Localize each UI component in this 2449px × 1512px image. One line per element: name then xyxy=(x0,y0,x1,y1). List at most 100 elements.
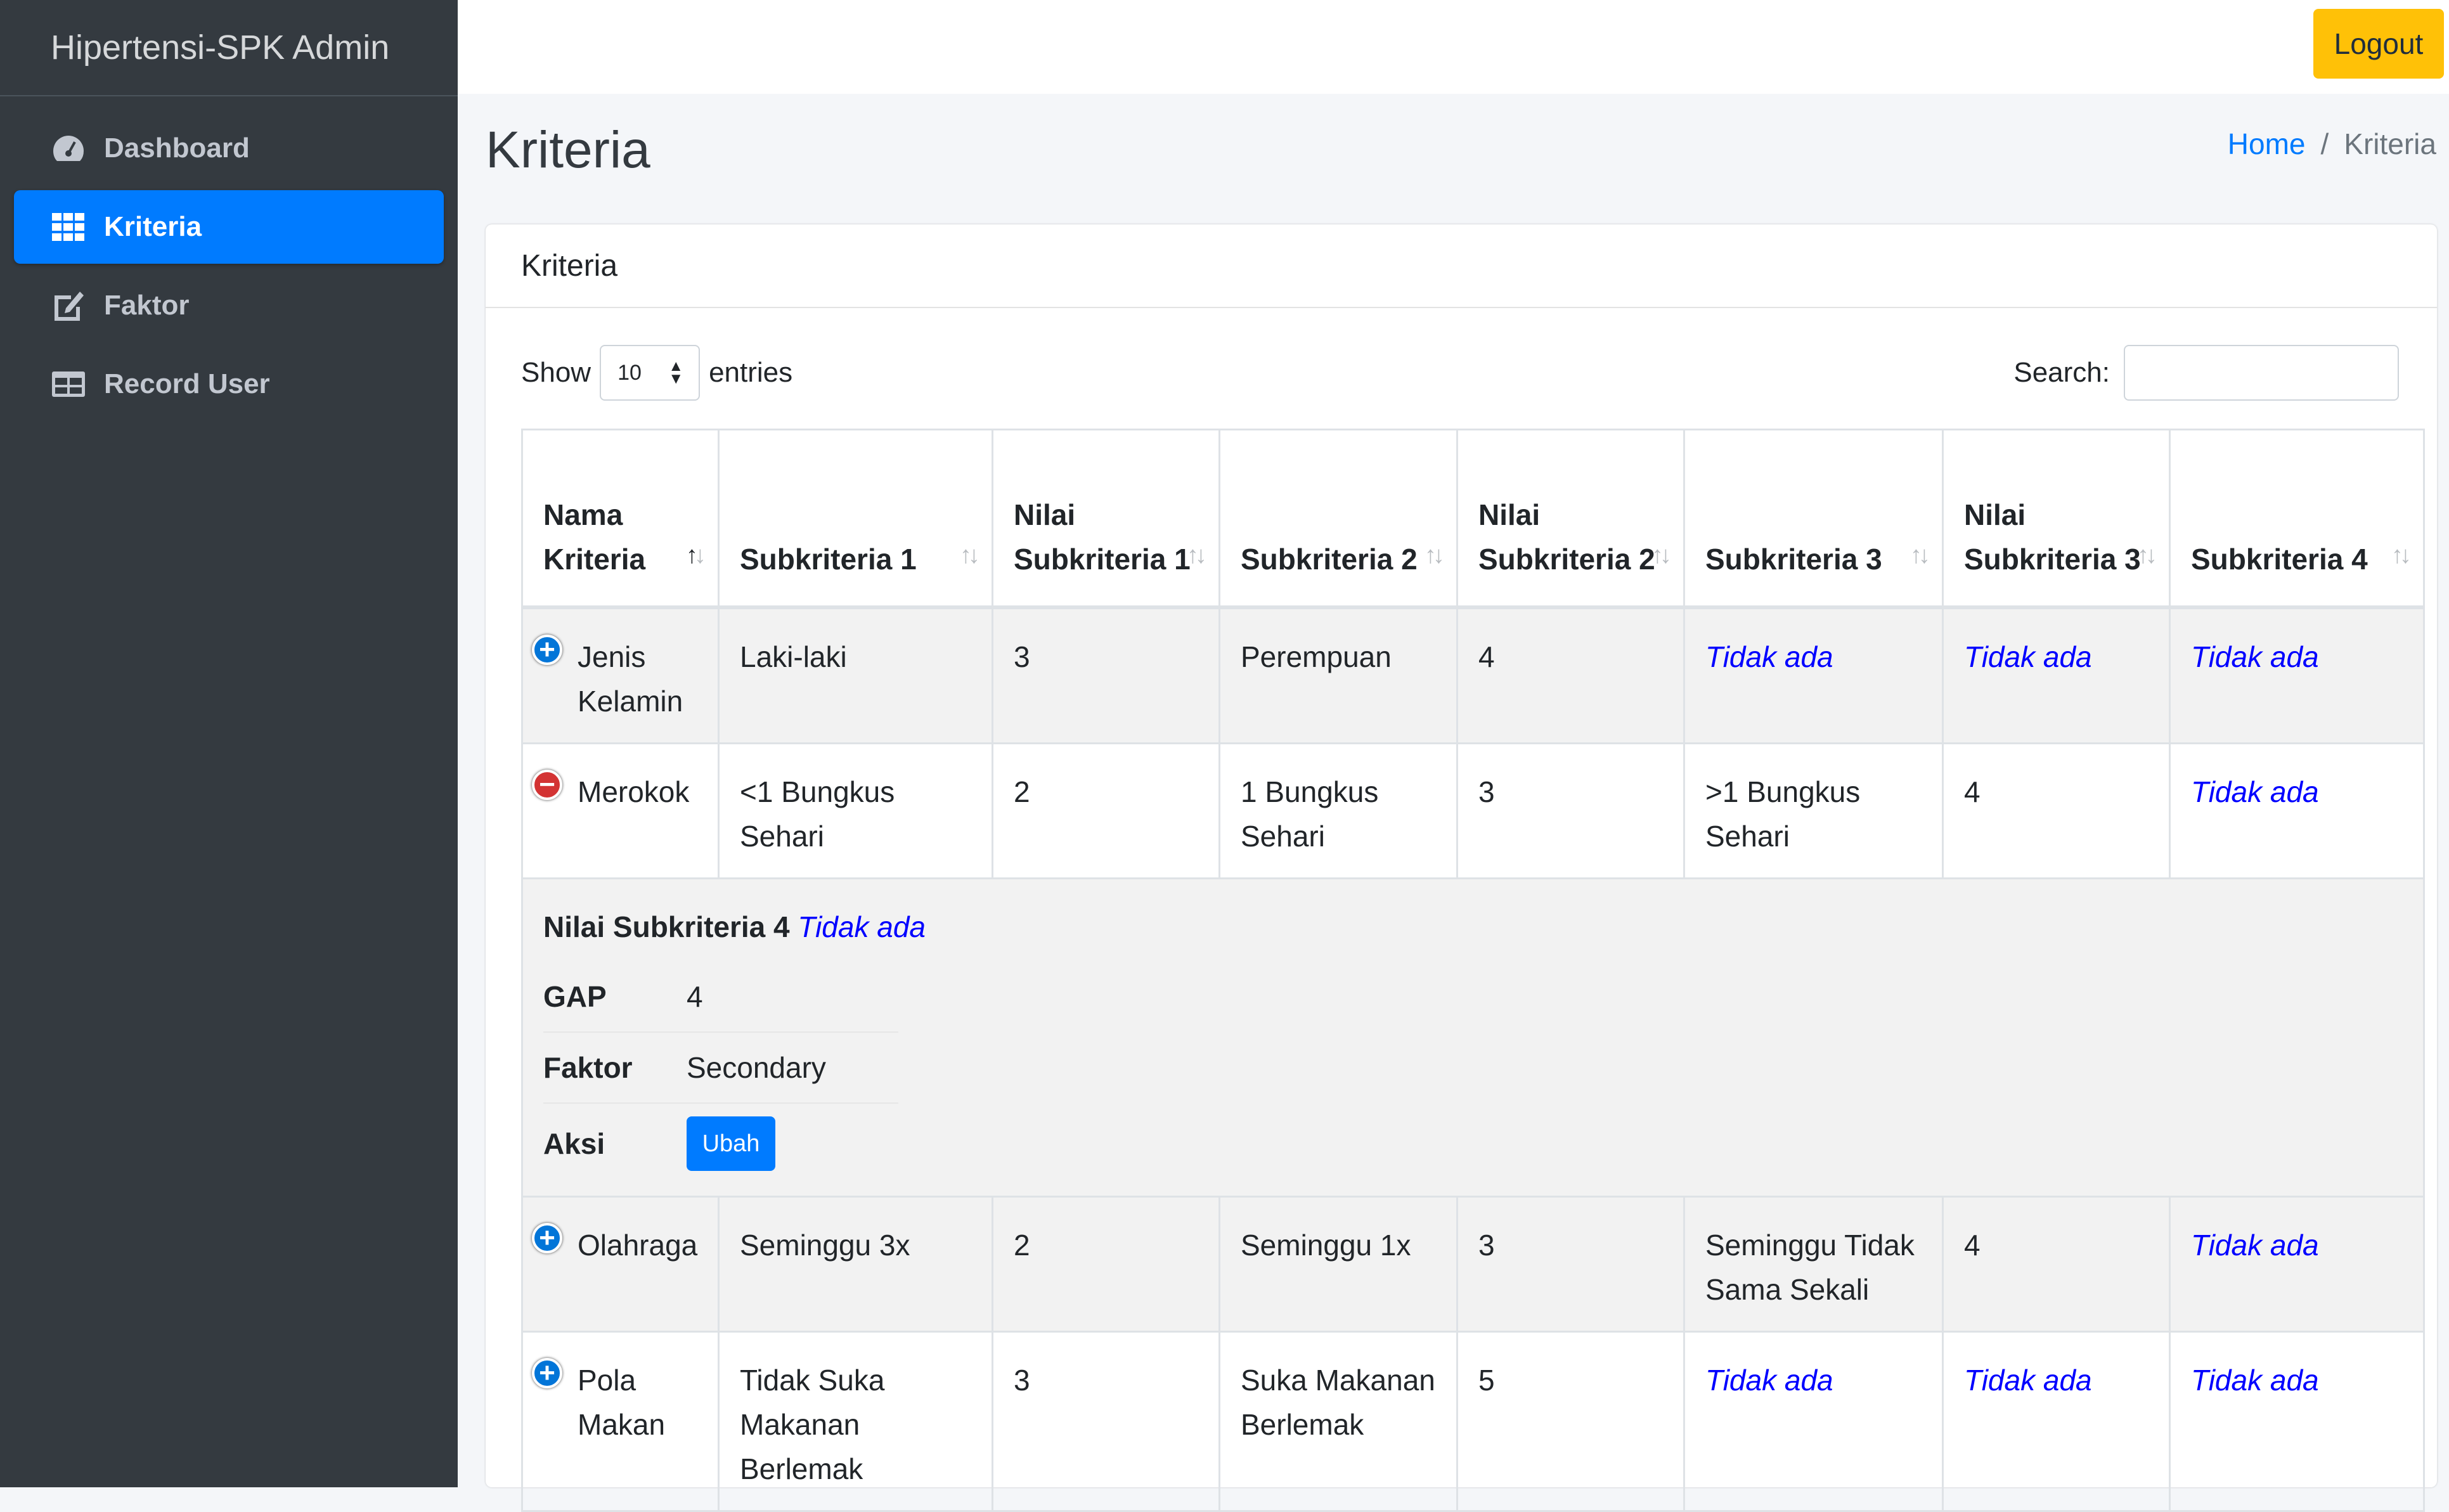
column-header-nilai-subkriteria-2[interactable]: Nilai Subkriteria 2 ↑↓ xyxy=(1456,429,1685,609)
table-cell: 5 xyxy=(1456,1330,1685,1512)
table-cell-text: Olahraga xyxy=(578,1228,698,1262)
table-cell: 3 xyxy=(992,1330,1220,1512)
table-cell: 3 xyxy=(992,606,1220,744)
table-cell-empty: Tidak ada xyxy=(1942,1330,2171,1512)
search-label: Search: xyxy=(2013,357,2110,388)
breadcrumb: Home / Kriteria xyxy=(2228,127,2436,161)
child-details-cell: Nilai Subkriteria 4 Tidak ada GAP 4 Fakt… xyxy=(521,877,2425,1198)
detail-label: Nilai Subkriteria 4 xyxy=(543,910,790,943)
column-header-nilai-subkriteria-1[interactable]: Nilai Subkriteria 1 ↑↓ xyxy=(992,429,1220,609)
table-cell: 4 xyxy=(1456,606,1685,744)
sidebar-item-label: Faktor xyxy=(104,290,190,321)
column-header-label: Subkriteria 4 xyxy=(2191,542,2368,576)
column-header-subkriteria-1[interactable]: Subkriteria 1 ↑↓ xyxy=(718,429,993,609)
sort-icon: ↑↓ xyxy=(1187,541,1207,569)
kriteria-table-wrapper: Nama Kriteria ↑↓ Subkriteria 1 ↑↓ Nilai Su… xyxy=(521,429,2425,1512)
entries-length-control: Show 10 ▲ ▼ entries xyxy=(521,345,792,401)
grid-icon xyxy=(49,208,87,246)
sidebar-item-label: Kriteria xyxy=(104,211,202,242)
detail-gap: GAP 4 xyxy=(543,962,898,1033)
table-cell-nama-kriteria: + Olahraga xyxy=(521,1195,720,1333)
column-header-label: Subkriteria 3 xyxy=(1705,542,1882,576)
sidebar: Hipertensi-SPK Admin Dashboard Kriteria … xyxy=(0,0,458,1487)
table-cell-text: Jenis Kelamin xyxy=(578,640,683,718)
column-header-subkriteria-2[interactable]: Subkriteria 2 ↑↓ xyxy=(1218,429,1458,609)
column-header-label: Subkriteria 1 xyxy=(740,542,917,576)
search-input[interactable] xyxy=(2124,345,2399,401)
breadcrumb-home-link[interactable]: Home xyxy=(2228,127,2306,161)
sidebar-item-dashboard[interactable]: Dashboard xyxy=(14,112,444,185)
breadcrumb-current: Kriteria xyxy=(2344,127,2436,160)
table-cell: 3 xyxy=(1456,1195,1685,1333)
kriteria-table: Nama Kriteria ↑↓ Subkriteria 1 ↑↓ Nilai Su… xyxy=(521,429,2425,1512)
table-cell-empty: Tidak ada xyxy=(2169,742,2425,879)
table-cell: 1 Bungkus Sehari xyxy=(1218,742,1458,879)
column-header-nilai-subkriteria-3[interactable]: Nilai Subkriteria 3 ↑↓ xyxy=(1942,429,2171,609)
column-header-subkriteria-3[interactable]: Subkriteria 3 ↑↓ xyxy=(1683,429,1944,609)
table-row: + Jenis Kelamin Laki-laki 3 Perempuan 4 T… xyxy=(521,606,2425,744)
table-cell: <1 Bungkus Sehari xyxy=(718,742,993,879)
sidebar-item-record-user[interactable]: Record User xyxy=(14,347,444,421)
detail-label: Aksi xyxy=(543,1127,605,1160)
sidebar-item-kriteria[interactable]: Kriteria xyxy=(14,190,444,264)
table-cell: >1 Bungkus Sehari xyxy=(1683,742,1944,879)
table-cell: Tidak Suka Makanan Berlemak xyxy=(718,1330,993,1512)
sidebar-nav: Dashboard Kriteria Faktor Record User xyxy=(0,96,458,421)
table-icon xyxy=(49,365,87,403)
column-header-label: Nilai Subkriteria 2 xyxy=(1478,498,1655,576)
sort-icon: ↑↓ xyxy=(1910,541,1930,569)
column-header-nama-kriteria[interactable]: Nama Kriteria ↑↓ xyxy=(521,429,720,609)
expand-plus-icon[interactable]: + xyxy=(532,1357,562,1388)
sort-icon: ↑↓ xyxy=(1651,541,1672,569)
table-cell: 4 xyxy=(1942,1195,2171,1333)
table-cell-empty: Tidak ada xyxy=(1683,606,1944,744)
page-title: Kriteria xyxy=(486,121,650,179)
table-header-row: Nama Kriteria ↑↓ Subkriteria 1 ↑↓ Nilai Su… xyxy=(521,429,2425,609)
detail-value: Tidak ada xyxy=(798,910,926,943)
table-cell: 4 xyxy=(1942,742,2171,879)
table-row: − Merokok <1 Bungkus Sehari 2 1 Bungkus S… xyxy=(521,742,2425,879)
brand-link[interactable]: Hipertensi-SPK Admin xyxy=(0,0,458,96)
entries-label: entries xyxy=(709,357,793,388)
sidebar-item-label: Record User xyxy=(104,368,270,399)
sort-asc-icon: ↑↓ xyxy=(686,541,706,569)
logout-button[interactable]: Logout xyxy=(2313,9,2444,79)
sidebar-item-faktor[interactable]: Faktor xyxy=(14,269,444,342)
select-caret-icon: ▲ ▼ xyxy=(668,358,684,387)
entries-select[interactable]: 10 ▲ ▼ xyxy=(600,345,701,401)
topbar: Logout xyxy=(458,0,2449,94)
table-cell: Seminggu 1x xyxy=(1218,1195,1458,1333)
table-cell-empty: Tidak ada xyxy=(2169,1330,2425,1512)
column-header-subkriteria-4[interactable]: Subkriteria 4 ↑↓ xyxy=(2169,429,2425,609)
detail-label: GAP xyxy=(543,979,607,1013)
column-header-label: Nama Kriteria xyxy=(543,498,646,576)
table-cell-empty: Tidak ada xyxy=(1942,606,2171,744)
detail-faktor: Faktor Secondary xyxy=(543,1033,898,1104)
table-cell-text: Pola Makan xyxy=(578,1363,666,1441)
table-cell-text: Merokok xyxy=(578,775,690,808)
detail-value: 4 xyxy=(687,979,703,1013)
ubah-button[interactable]: Ubah xyxy=(687,1116,775,1171)
card-title: Kriteria xyxy=(486,224,2437,308)
child-details-list: Nilai Subkriteria 4 Tidak ada GAP 4 Fakt… xyxy=(543,892,2403,1184)
collapse-minus-icon[interactable]: − xyxy=(532,769,562,800)
column-header-label: Subkriteria 2 xyxy=(1241,542,1418,576)
detail-nilai-subkriteria-4: Nilai Subkriteria 4 Tidak ada xyxy=(543,892,2403,962)
column-header-label: Nilai Subkriteria 1 xyxy=(1014,498,1191,576)
table-cell-empty: Tidak ada xyxy=(2169,606,2425,744)
show-label: Show xyxy=(521,357,591,388)
table-cell: Seminggu 3x xyxy=(718,1195,993,1333)
table-cell-empty: Tidak ada xyxy=(2169,1195,2425,1333)
table-row: + Pola Makan Tidak Suka Makanan Berlemak … xyxy=(521,1330,2425,1512)
table-cell: Laki-laki xyxy=(718,606,993,744)
sort-icon: ↑↓ xyxy=(2137,541,2157,569)
entries-select-value: 10 xyxy=(617,360,642,385)
table-cell-empty: Tidak ada xyxy=(1683,1330,1944,1512)
table-row: + Olahraga Seminggu 3x 2 Seminggu 1x 3 Se… xyxy=(521,1195,2425,1333)
table-cell-nama-kriteria: + Jenis Kelamin xyxy=(521,606,720,744)
table-cell: Suka Makanan Berlemak xyxy=(1218,1330,1458,1512)
expand-plus-icon[interactable]: + xyxy=(532,1222,562,1253)
breadcrumb-separator: / xyxy=(2320,127,2329,160)
expand-plus-icon[interactable]: + xyxy=(532,634,562,665)
column-header-label: Nilai Subkriteria 3 xyxy=(1964,498,2141,576)
